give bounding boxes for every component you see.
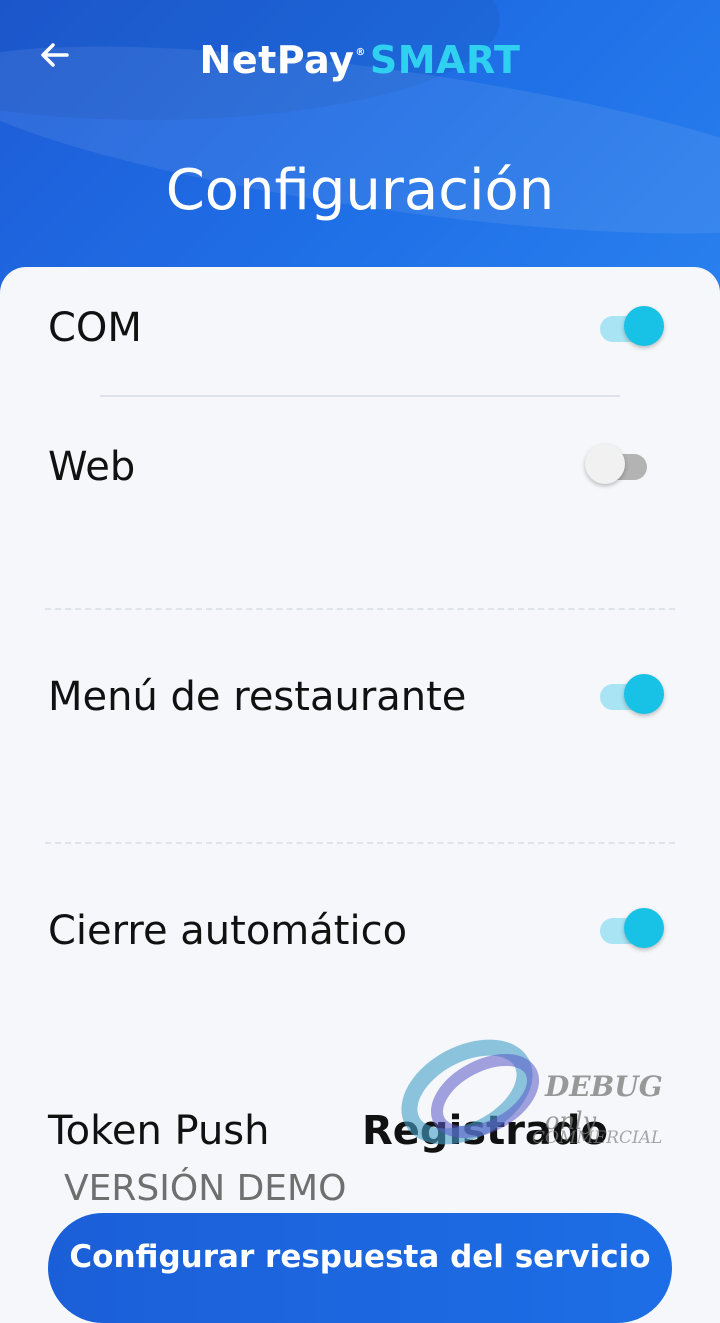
- toggle-thumb: [624, 306, 664, 346]
- toggle-com[interactable]: [600, 305, 666, 349]
- token-push-label: Token Push: [48, 1108, 270, 1154]
- version-label: VERSIÓN DEMO: [64, 1168, 347, 1209]
- toggle-web[interactable]: [585, 443, 651, 487]
- toggle-thumb: [585, 444, 625, 484]
- setting-label-com: COM: [48, 305, 142, 351]
- watermark-commercial: COMMERCIAL: [532, 1128, 663, 1148]
- divider-dashed: [45, 608, 675, 610]
- toggle-restaurant-menu[interactable]: [600, 673, 666, 717]
- setting-label-web: Web: [48, 444, 136, 490]
- watermark-debug-text: DEBUG: [545, 1070, 663, 1103]
- toggle-auto-close[interactable]: [600, 907, 666, 951]
- logo-registered: ®: [355, 47, 366, 58]
- setting-label-restaurant-menu: Menú de restaurante: [48, 674, 467, 720]
- watermark-debug: DEBUG only: [545, 1070, 720, 1136]
- toggle-thumb: [624, 908, 664, 948]
- logo-netpay: NetPay: [199, 38, 355, 82]
- app-logo: NetPay® SMART: [0, 38, 720, 82]
- divider: [100, 395, 620, 397]
- setting-label-auto-close: Cierre automático: [48, 908, 408, 954]
- toggle-thumb: [624, 674, 664, 714]
- app-header: NetPay® SMART Configuración: [0, 0, 720, 300]
- page-title: Configuración: [165, 158, 555, 223]
- logo-smart: SMART: [369, 38, 521, 82]
- divider-dashed: [45, 842, 675, 844]
- configure-service-response-button[interactable]: Configurar respuesta del servicio: [48, 1213, 672, 1323]
